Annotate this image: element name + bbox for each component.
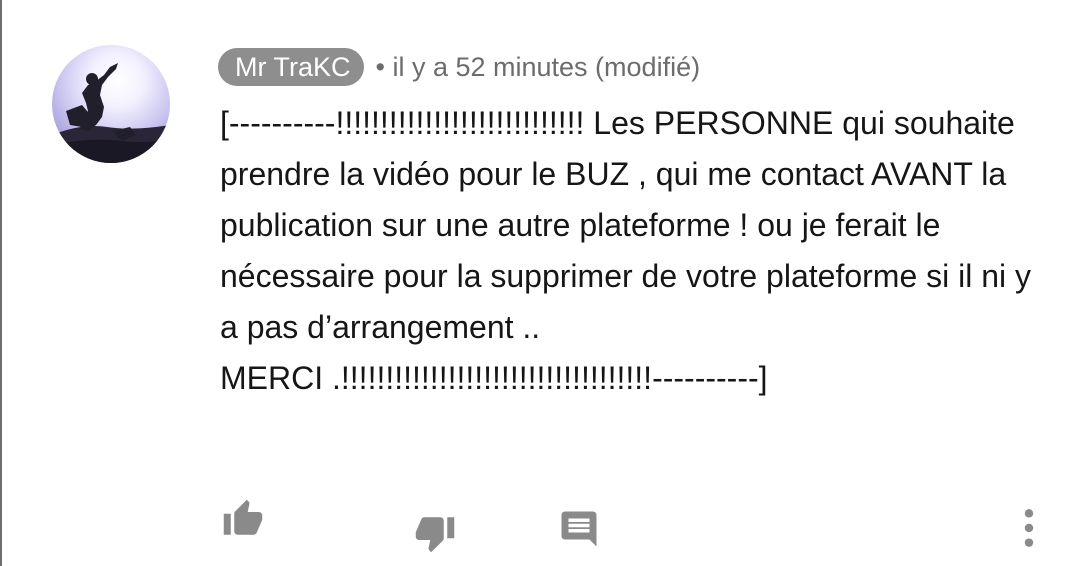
avatar-silhouette-icon: [52, 63, 170, 163]
comment-icon[interactable]: [558, 508, 600, 550]
thumb-up-icon[interactable]: [220, 498, 266, 540]
more-vertical-icon[interactable]: [1016, 506, 1042, 550]
avatar[interactable]: [52, 45, 170, 163]
comment-header: Mr TraKC • il y a 52 minutes (modifié): [218, 46, 700, 88]
comment-text: [----------!!!!!!!!!!!!!!!!!!!!!!!!!!!! …: [220, 105, 1032, 396]
comment-meta: • il y a 52 minutes (modifié): [375, 51, 701, 82]
author-name[interactable]: Mr TraKC: [218, 48, 364, 86]
comment-card: Mr TraKC • il y a 52 minutes (modifié) […: [0, 0, 1080, 566]
thumb-down-icon[interactable]: [412, 512, 458, 554]
